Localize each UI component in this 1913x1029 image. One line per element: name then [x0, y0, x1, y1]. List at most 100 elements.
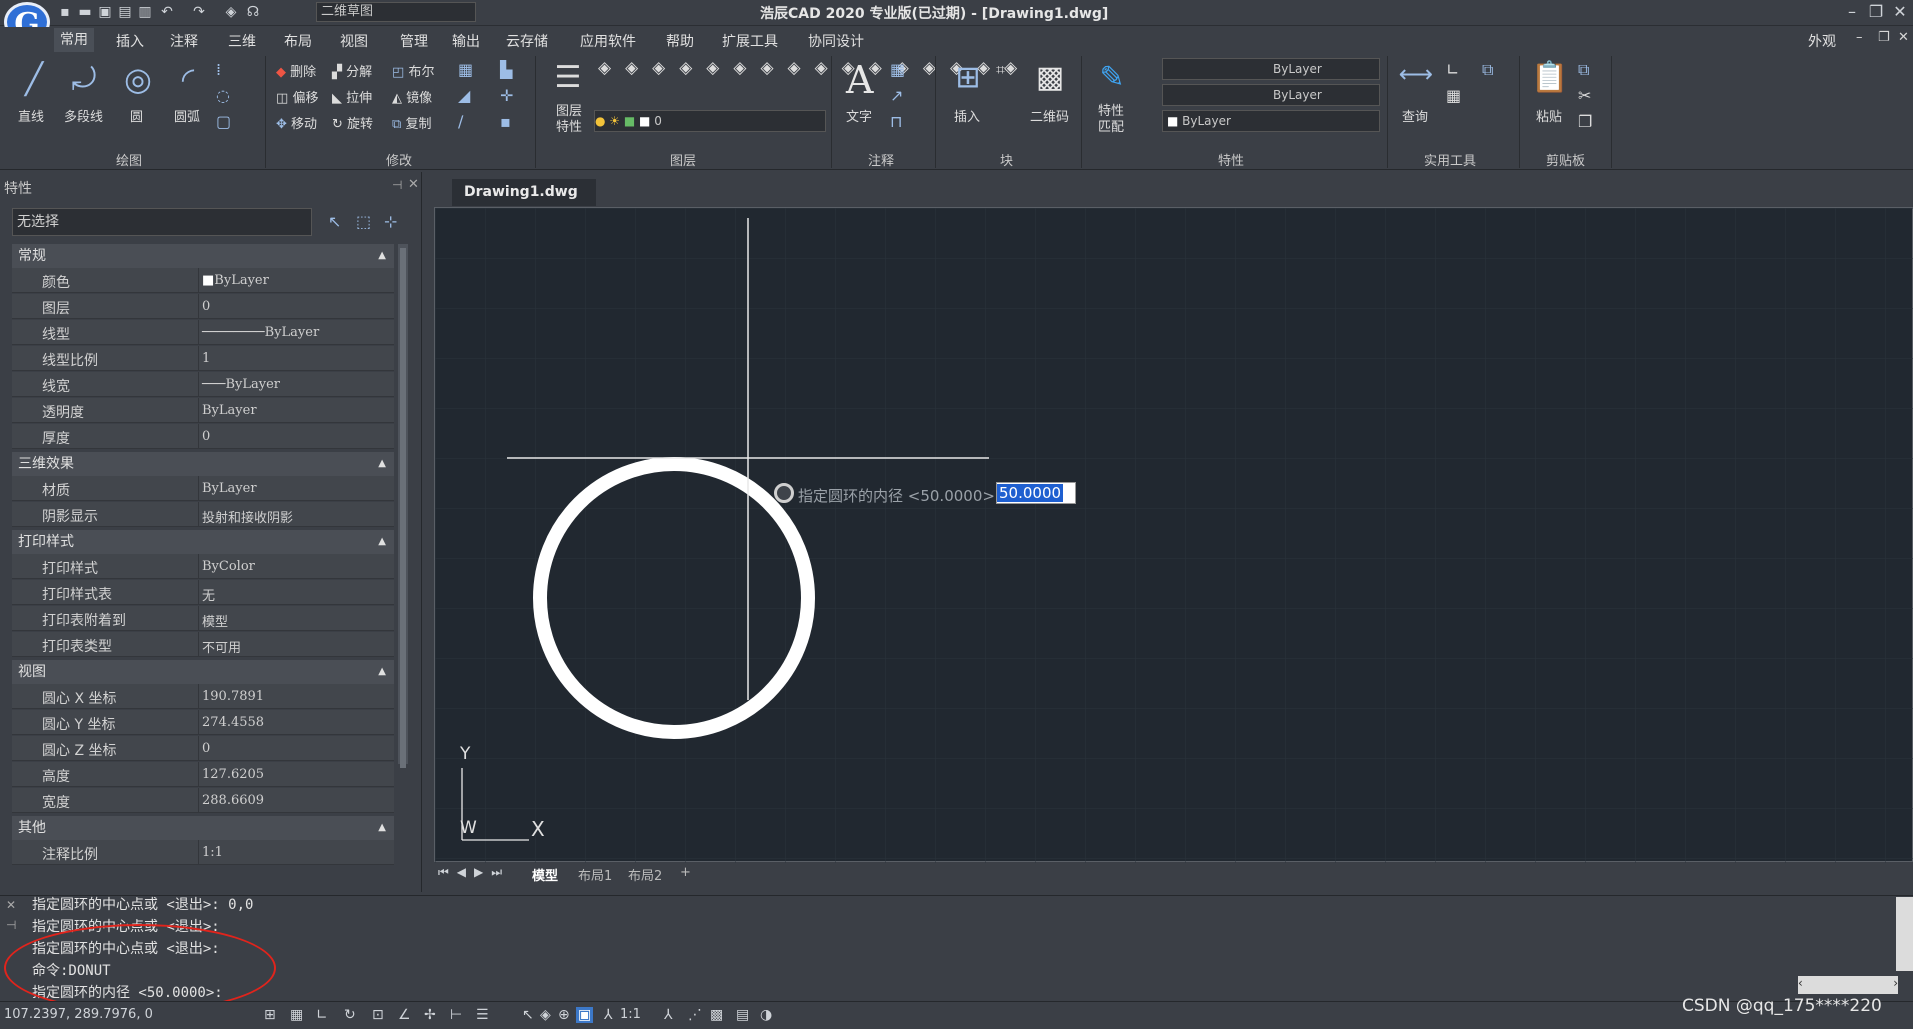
menu-12[interactable]: 协同设计 — [808, 31, 864, 51]
otrack-icon[interactable]: ✢ — [424, 1007, 436, 1023]
property-row[interactable]: 圆心 Z 坐标 0 — [12, 736, 394, 761]
cmd-close-icon[interactable]: ✕ — [6, 898, 16, 912]
section-header[interactable]: 视图 ▲ — [12, 660, 394, 684]
doc-min-icon[interactable]: – — [1856, 30, 1863, 45]
property-value[interactable]: ByLayer — [202, 403, 257, 418]
delete-button[interactable]: ◆ 删除 — [276, 61, 316, 80]
pin-icon[interactable]: ⊣ — [392, 178, 402, 192]
move-button[interactable]: ✥ 移动 — [276, 113, 317, 132]
polyline-icon[interactable]: ⤾ — [64, 62, 104, 97]
property-value[interactable]: 274.4558 — [202, 715, 264, 730]
menu-0[interactable]: 常用 — [54, 28, 94, 52]
menu-4[interactable]: 布局 — [284, 31, 312, 51]
menu-11[interactable]: 扩展工具 — [722, 31, 778, 51]
doc-restore-icon[interactable]: ❐ — [1878, 30, 1890, 45]
property-value[interactable]: 投射和接收阴影 — [202, 507, 293, 526]
undo-icon[interactable]: ↶ — [158, 3, 176, 21]
minimize-icon[interactable]: – — [1840, 2, 1864, 21]
property-row[interactable]: 高度 127.6205 — [12, 762, 394, 787]
copy-clip-icon[interactable]: ⧉ — [1578, 60, 1589, 80]
property-row[interactable]: 线型比例 1 — [12, 346, 394, 371]
property-row[interactable]: 打印样式表 无 — [12, 580, 394, 605]
isolate-icon[interactable]: ▩ — [710, 1007, 723, 1023]
line-button[interactable]: 直线 — [18, 106, 44, 125]
ellipse-icon[interactable]: ◌ — [216, 86, 230, 105]
layout-tab[interactable]: + — [680, 865, 691, 880]
calculator-icon[interactable]: ▦ — [1446, 86, 1461, 105]
doc-close-icon[interactable]: ✕ — [1898, 30, 1909, 45]
modify-group-label[interactable]: 修改 — [386, 150, 412, 169]
menu-3[interactable]: 三维 — [228, 31, 256, 51]
insert-button[interactable]: 插入 — [954, 106, 980, 125]
ducs-icon[interactable]: ⊢ — [450, 1007, 462, 1023]
arc-icon[interactable]: ◜ — [168, 60, 208, 98]
property-value[interactable]: ■ByLayer — [202, 273, 269, 288]
toggle-pickadd-icon[interactable]: ↖ — [328, 212, 341, 231]
boolean-button[interactable]: ◰ 布尔 — [392, 61, 434, 80]
new-file-icon[interactable]: ▪ — [56, 3, 74, 21]
quick-select-icon[interactable]: ⊹ — [384, 212, 397, 231]
section-header[interactable]: 三维效果 ▲ — [12, 452, 394, 476]
mirror-button[interactable]: ◭ 镜像 — [392, 87, 432, 106]
ucs-icon[interactable]: ∟ — [1446, 60, 1459, 79]
join-icon[interactable]: ▪ — [500, 112, 511, 131]
offset-button[interactable]: ◫ 偏移 — [276, 87, 318, 106]
property-value[interactable]: 模型 — [202, 611, 228, 630]
property-value[interactable]: 0 — [202, 741, 210, 756]
section-header[interactable]: 打印样式 ▲ — [12, 530, 394, 554]
draw-group-label[interactable]: 绘图 — [116, 150, 142, 169]
restore-icon[interactable]: ❐ — [1864, 2, 1888, 21]
menu-6[interactable]: 管理 — [400, 31, 428, 51]
layer-properties-button[interactable]: 图层 特性 — [556, 104, 582, 136]
layout-tab[interactable]: 模型 — [532, 865, 558, 884]
property-row[interactable]: 注释比例 1:1 — [12, 840, 394, 865]
linetype-dropdown[interactable]: ByLayer — [1162, 58, 1380, 80]
chamfer-icon[interactable]: ◢ — [458, 86, 470, 105]
group-icon[interactable]: ⧉ — [1482, 60, 1493, 80]
color-dropdown[interactable]: ■ ByLayer — [1162, 110, 1380, 132]
property-row[interactable]: 厚度 0 — [12, 424, 394, 449]
property-row[interactable]: 材质 ByLayer — [12, 476, 394, 501]
section-header[interactable]: 常规 ▲ — [12, 244, 394, 268]
clean-screen-icon[interactable]: ◑ — [760, 1007, 772, 1023]
cut-icon[interactable]: ✂ — [1578, 86, 1591, 105]
hatch-icon[interactable]: ⁞ — [216, 60, 221, 79]
menu-5[interactable]: 视图 — [340, 31, 368, 51]
dynamic-input-box[interactable]: 50.0000 — [996, 482, 1076, 504]
property-value[interactable]: 127.6205 — [202, 767, 264, 782]
array-icon[interactable]: ▦ — [458, 60, 473, 79]
qr-code-button[interactable]: 二维码 — [1030, 106, 1069, 125]
layout-tab[interactable]: 布局2 — [628, 865, 662, 884]
polar-icon[interactable]: ⊡ — [372, 1007, 384, 1023]
dimension-icon[interactable]: ⊓ — [890, 112, 902, 131]
qr-code-icon[interactable]: ▩ — [1030, 60, 1070, 95]
block-edit-icon[interactable]: ⌗ — [996, 60, 1005, 80]
layout-tab[interactable]: 布局1 — [578, 865, 612, 884]
collapse-icon[interactable]: ▲ — [378, 452, 386, 476]
panel-scroll-thumb[interactable] — [400, 248, 406, 768]
collapse-icon[interactable]: ▲ — [378, 660, 386, 684]
trim-icon[interactable]: ✛ — [500, 86, 513, 105]
lineweight-dropdown[interactable]: ByLayer — [1162, 84, 1380, 106]
calculator-status-icon[interactable]: ▤ — [736, 1007, 749, 1023]
collapse-icon[interactable]: ▲ — [378, 244, 386, 268]
property-row[interactable]: 线宽 ───ByLayer — [12, 372, 394, 397]
property-row[interactable]: 打印样式 ByColor — [12, 554, 394, 579]
selection-cycle-icon[interactable]: ↖ — [522, 1007, 534, 1023]
paste-icon[interactable]: 📋 — [1530, 60, 1570, 95]
collapse-icon[interactable]: ▲ — [378, 530, 386, 554]
model-space[interactable] — [435, 208, 1913, 863]
property-value[interactable]: 1:1 — [202, 845, 223, 860]
property-value[interactable]: ByColor — [202, 559, 255, 574]
property-row[interactable]: 颜色 ■ByLayer — [12, 268, 394, 293]
annotation-visibility-icon[interactable]: ⅄ — [664, 1007, 673, 1023]
text-icon[interactable]: A — [846, 58, 873, 102]
property-row[interactable]: 宽度 288.6609 — [12, 788, 394, 813]
line-icon[interactable]: ╱ — [14, 62, 54, 97]
layer-group-label[interactable]: 图层 — [670, 150, 696, 169]
block-group-label[interactable]: 块 — [1000, 150, 1013, 169]
property-row[interactable]: 图层 0 — [12, 294, 394, 319]
table-icon[interactable]: ▦ — [890, 60, 905, 79]
menu-2[interactable]: 注释 — [170, 31, 198, 51]
layer-status-icon[interactable]: ◈ — [540, 1007, 551, 1023]
